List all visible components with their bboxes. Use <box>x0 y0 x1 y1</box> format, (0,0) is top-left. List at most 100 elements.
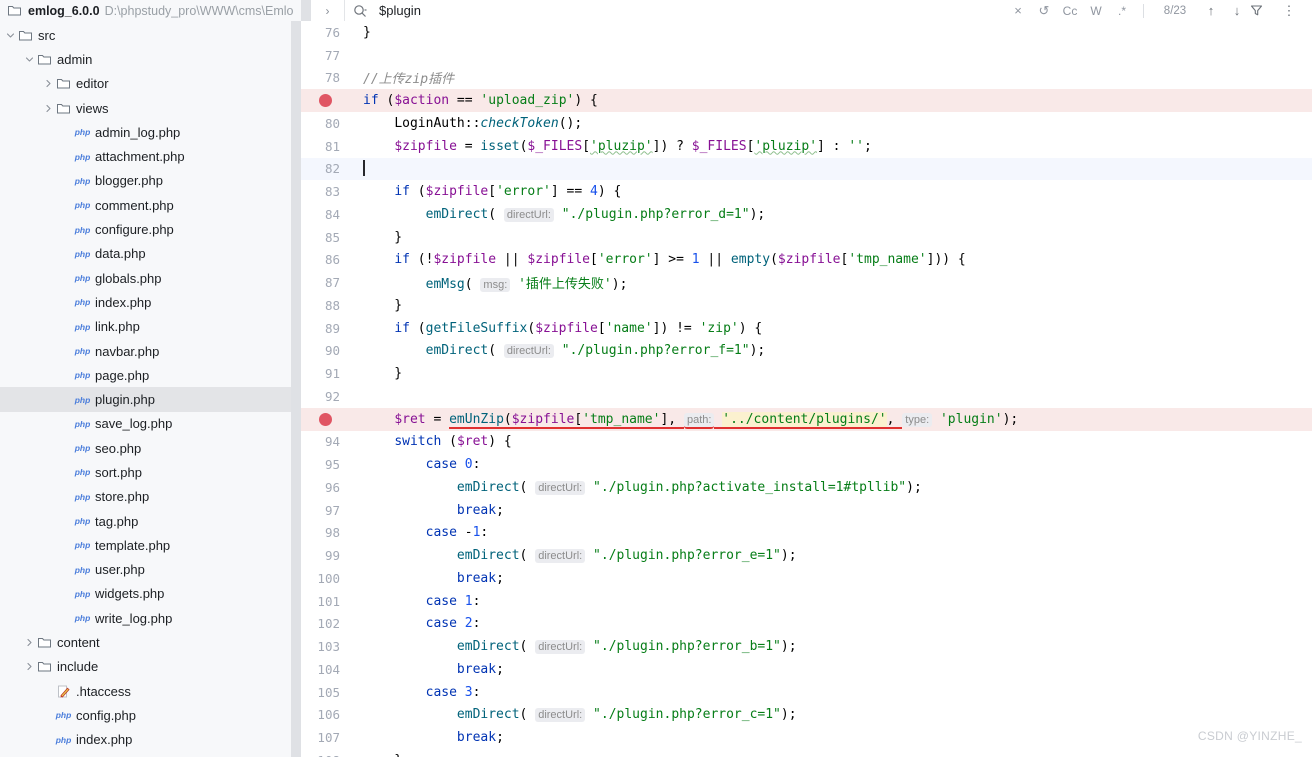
line-number[interactable]: 104 <box>301 662 349 677</box>
line-number[interactable]: 83 <box>301 184 349 199</box>
line-number[interactable]: 94 <box>301 434 349 449</box>
code-line[interactable]: 102 case 2: <box>301 613 1312 636</box>
code-line[interactable]: 96 emDirect( directUrl: "./plugin.php?ac… <box>301 476 1312 499</box>
code-line[interactable]: 90 emDirect( directUrl: "./plugin.php?er… <box>301 340 1312 363</box>
tree-item-index-php[interactable]: php index.php <box>0 728 301 752</box>
tree-item-content[interactable]: content <box>0 630 301 654</box>
code-line[interactable]: 101 case 1: <box>301 590 1312 613</box>
code-line[interactable]: 84 emDirect( directUrl: "./plugin.php?er… <box>301 203 1312 226</box>
tree-item-editor[interactable]: editor <box>0 72 301 96</box>
tree-item-plugin-php[interactable]: php plugin.php <box>0 387 301 412</box>
chevron-down-icon[interactable] <box>6 31 17 40</box>
search-history-icon[interactable]: ↺ <box>1031 3 1057 19</box>
tree-item-write-log-php[interactable]: php write_log.php <box>0 606 301 630</box>
tree-item-sort-php[interactable]: php sort.php <box>0 460 301 484</box>
code-line[interactable]: 95 case 0: <box>301 453 1312 476</box>
code-editor[interactable]: 76} 77 78 //上传zip插件 if ($action == 'upload_z… <box>301 21 1312 757</box>
tree-item-navbar-php[interactable]: php navbar.php <box>0 339 301 363</box>
tree-item-configure-php[interactable]: php configure.php <box>0 217 301 241</box>
tree-item-src[interactable]: src <box>0 23 301 47</box>
code-line[interactable]: 105 case 3: <box>301 681 1312 704</box>
code-line[interactable]: 103 emDirect( directUrl: "./plugin.php?e… <box>301 635 1312 658</box>
code-line[interactable]: 81 $zipfile = isset($_FILES['pluzip']) ?… <box>301 135 1312 158</box>
line-number[interactable]: 92 <box>301 389 349 404</box>
code-line[interactable]: 94 switch ($ret) { <box>301 431 1312 454</box>
tree-item-index-php[interactable]: php index.php <box>0 290 301 314</box>
line-number[interactable]: 98 <box>301 525 349 540</box>
tree-item-page-php[interactable]: php page.php <box>0 363 301 387</box>
line-number[interactable]: 84 <box>301 207 349 222</box>
line-number[interactable]: 86 <box>301 252 349 267</box>
code-line[interactable]: 108 } <box>301 749 1312 757</box>
line-number[interactable]: 88 <box>301 298 349 313</box>
tree-item-config-php[interactable]: php config.php <box>0 703 301 727</box>
tree-item-globals-php[interactable]: php globals.php <box>0 266 301 290</box>
line-number[interactable]: 87 <box>301 275 349 290</box>
code-line[interactable]: $ret = emUnZip($zipfile['tmp_name'], pat… <box>301 407 1312 431</box>
tree-item-blogger-php[interactable]: php blogger.php <box>0 169 301 193</box>
line-number[interactable]: 99 <box>301 548 349 563</box>
tree-item-data-php[interactable]: php data.php <box>0 242 301 266</box>
code-line[interactable]: 76} <box>301 21 1312 44</box>
filter-icon[interactable] <box>1250 4 1276 17</box>
line-number[interactable]: 95 <box>301 457 349 472</box>
code-line[interactable]: 107 break; <box>301 726 1312 749</box>
line-number[interactable]: 91 <box>301 366 349 381</box>
code-line[interactable]: 83 if ($zipfile['error'] == 4) { <box>301 180 1312 203</box>
project-tree[interactable]: src admin editor views php admin_log.php php at… <box>0 21 301 757</box>
tree-item-widgets-php[interactable]: php widgets.php <box>0 582 301 606</box>
line-number[interactable]: 89 <box>301 321 349 336</box>
search-options-menu[interactable]: ⋮ <box>1276 3 1302 19</box>
code-line[interactable]: 91 } <box>301 362 1312 385</box>
code-line[interactable]: 100 break; <box>301 567 1312 590</box>
search-icon[interactable] <box>353 4 375 18</box>
tree-item-link-php[interactable]: php link.php <box>0 315 301 339</box>
next-match-button[interactable]: ↓ <box>1224 3 1250 18</box>
code-line[interactable]: 99 emDirect( directUrl: "./plugin.php?er… <box>301 544 1312 567</box>
tree-item-user-php[interactable]: php user.php <box>0 558 301 582</box>
tree-item-store-php[interactable]: php store.php <box>0 485 301 509</box>
line-number[interactable]: 80 <box>301 116 349 131</box>
code-line[interactable]: 82 <box>301 157 1312 181</box>
chevron-right-icon[interactable] <box>25 662 36 671</box>
tree-item-htaccess[interactable]: .htaccess <box>0 679 301 703</box>
line-number[interactable]: 103 <box>301 639 349 654</box>
code-line[interactable]: 80 LoginAuth::checkToken(); <box>301 112 1312 135</box>
code-line[interactable]: 106 emDirect( directUrl: "./plugin.php?e… <box>301 704 1312 727</box>
line-number[interactable]: 100 <box>301 571 349 586</box>
code-line[interactable]: 85 } <box>301 226 1312 249</box>
code-line[interactable]: 88 } <box>301 294 1312 317</box>
code-line[interactable]: 77 <box>301 44 1312 67</box>
chevron-right-icon[interactable] <box>25 638 36 647</box>
code-line[interactable]: 92 <box>301 385 1312 408</box>
tree-item-views[interactable]: views <box>0 96 301 120</box>
tree-item-attachment-php[interactable]: php attachment.php <box>0 144 301 168</box>
tree-item-tag-php[interactable]: php tag.php <box>0 509 301 533</box>
code-lines[interactable]: 76} 77 78 //上传zip插件 if ($action == 'upload_z… <box>301 21 1312 757</box>
tree-item-include[interactable]: include <box>0 655 301 679</box>
line-number[interactable]: 101 <box>301 594 349 609</box>
code-line[interactable]: 97 break; <box>301 499 1312 522</box>
code-line[interactable]: if ($action == 'upload_zip') { <box>301 89 1312 112</box>
line-number[interactable]: 85 <box>301 230 349 245</box>
search-input[interactable]: $plugin <box>375 3 421 18</box>
previous-match-button[interactable]: ↑ <box>1198 3 1224 18</box>
code-line[interactable]: 78 //上传zip插件 <box>301 67 1312 90</box>
line-number[interactable]: 105 <box>301 685 349 700</box>
code-line[interactable]: 104 break; <box>301 658 1312 681</box>
line-number[interactable]: 82 <box>301 161 349 176</box>
line-number[interactable]: 90 <box>301 343 349 358</box>
line-number[interactable]: 107 <box>301 730 349 745</box>
tree-item-admin-log-php[interactable]: php admin_log.php <box>0 120 301 144</box>
close-icon[interactable]: × <box>1005 3 1031 18</box>
code-line[interactable]: 86 if (!$zipfile || $zipfile['error'] >=… <box>301 249 1312 272</box>
match-case-toggle[interactable]: Cc <box>1057 4 1083 18</box>
chevron-down-icon[interactable] <box>25 55 36 64</box>
line-number[interactable]: 77 <box>301 48 349 63</box>
code-line[interactable]: 98 case -1: <box>301 522 1312 545</box>
tree-item-seo-php[interactable]: php seo.php <box>0 436 301 460</box>
breakpoint-icon[interactable] <box>301 94 349 108</box>
code-line[interactable]: 89 if (getFileSuffix($zipfile['name']) !… <box>301 317 1312 340</box>
whole-words-toggle[interactable]: W <box>1083 4 1109 18</box>
line-number[interactable]: 102 <box>301 616 349 631</box>
